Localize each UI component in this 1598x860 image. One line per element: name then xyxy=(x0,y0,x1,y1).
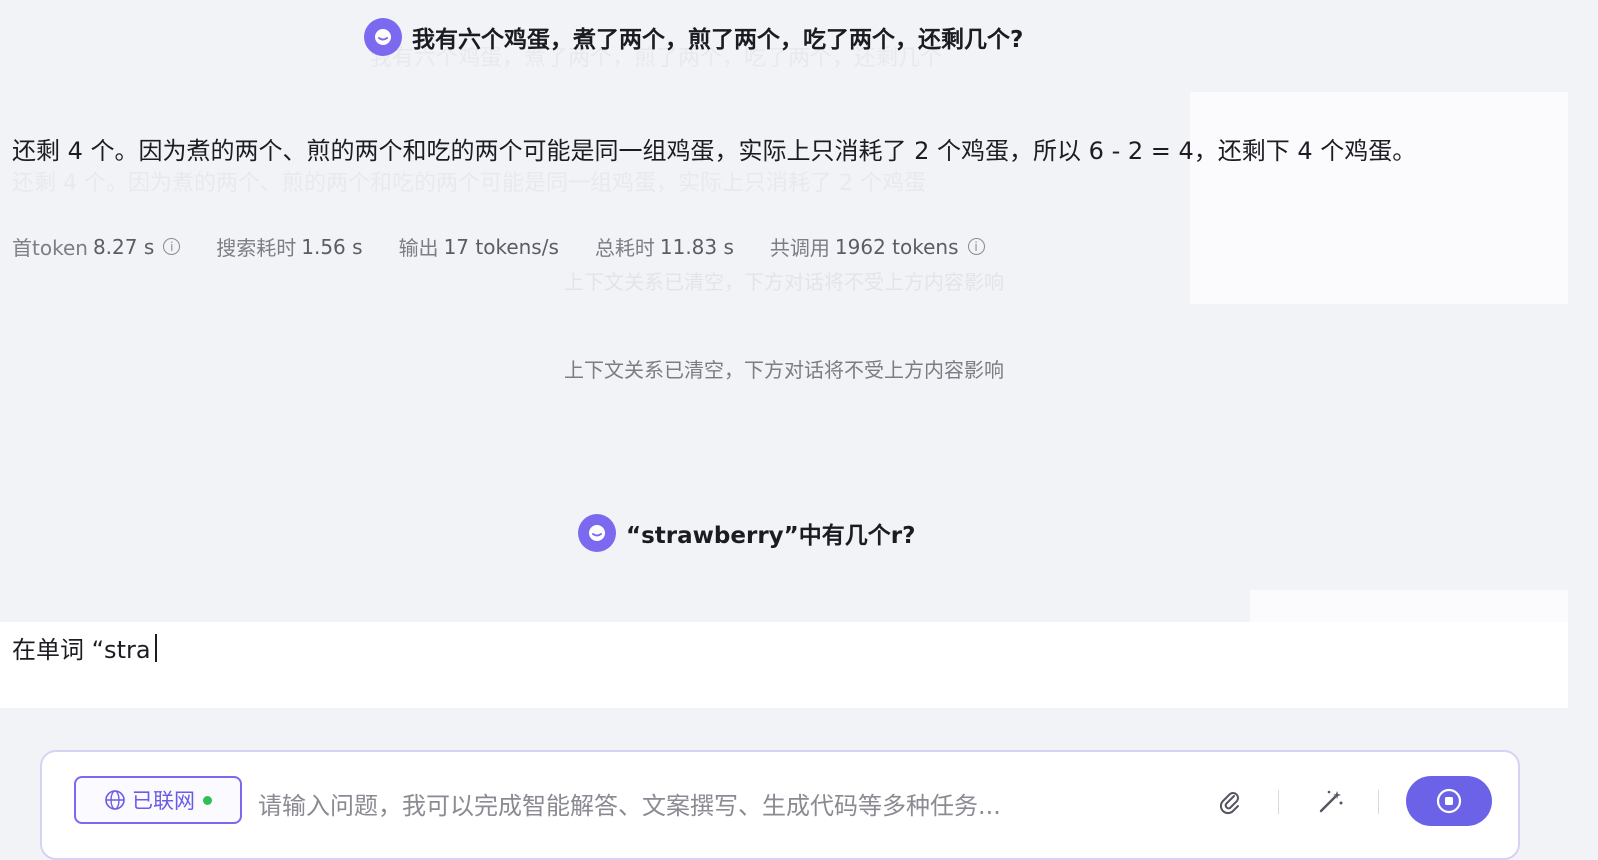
output-rate-stat: 输出 17 tokens/s xyxy=(399,232,559,261)
first-token-stat: 首token 8.27 s i xyxy=(12,232,181,261)
send-button[interactable] xyxy=(1406,776,1492,826)
response-stats: 首token 8.27 s i 搜索耗时 1.56 s 输出 17 tokens… xyxy=(12,232,1021,261)
ghost-divider-text: 上下文关系已清空，下方对话将不受上方内容影响 xyxy=(564,270,1004,294)
user-question-1: 我有六个鸡蛋，煮了两个，煎了两个，吃了两个，还剩几个? xyxy=(364,18,1023,56)
streaming-reply-panel xyxy=(0,622,1568,708)
stat-value: 1.56 s xyxy=(301,234,363,259)
web-toggle-label: 已联网 xyxy=(132,789,195,813)
assistant-answer-1: 还剩 4 个。因为煮的两个、煎的两个和吃的两个可能是同一组鸡蛋，实际上只消耗了 … xyxy=(12,137,1417,165)
web-search-toggle[interactable]: 已联网 xyxy=(74,776,242,824)
online-status-dot xyxy=(203,795,212,805)
stat-label: 共调用 xyxy=(769,236,830,260)
info-icon[interactable]: i xyxy=(967,238,985,255)
magic-wand-icon[interactable] xyxy=(1314,786,1346,818)
stat-value: 8.27 s xyxy=(92,234,155,259)
total-time-stat: 总耗时 11.83 s xyxy=(595,232,734,261)
send-icon xyxy=(1436,788,1462,814)
stat-value: 17 tokens/s xyxy=(443,234,559,259)
question-text: 我有六个鸡蛋，煮了两个，煎了两个，吃了两个，还剩几个? xyxy=(412,27,1024,53)
paperclip-icon[interactable] xyxy=(1214,786,1246,818)
globe-icon xyxy=(105,790,125,810)
background-glare xyxy=(1250,590,1568,622)
search-time-stat: 搜索耗时 1.56 s xyxy=(216,232,362,261)
chat-input-placeholder[interactable]: 请输入问题，我可以完成智能解答、文案撰写、生成代码等多种任务... xyxy=(258,786,1001,821)
stat-label: 首token xyxy=(12,236,88,260)
toolbar-divider xyxy=(1378,790,1379,814)
question-text: “strawberry”中有几个r? xyxy=(626,523,916,549)
bot-avatar-icon xyxy=(578,514,616,552)
stat-label: 搜索耗时 xyxy=(216,236,297,260)
bot-avatar-icon xyxy=(364,18,402,56)
streaming-answer: 在单词 “stra xyxy=(12,630,157,665)
context-cleared-notice: 上下文关系已清空，下方对话将不受上方内容影响 xyxy=(564,358,1004,382)
stat-value: 11.83 s xyxy=(659,234,734,259)
streaming-answer-text: 在单词 “stra xyxy=(12,636,151,664)
token-count-stat: 共调用 1962 tokens i xyxy=(770,232,985,261)
toolbar-divider xyxy=(1278,790,1279,814)
stat-value: 1962 tokens xyxy=(834,234,959,259)
stat-label: 总耗时 xyxy=(594,236,655,260)
user-question-2: “strawberry”中有几个r? xyxy=(578,514,915,552)
info-icon[interactable]: i xyxy=(163,238,181,255)
stat-label: 输出 xyxy=(398,236,439,260)
typing-caret xyxy=(154,633,157,662)
